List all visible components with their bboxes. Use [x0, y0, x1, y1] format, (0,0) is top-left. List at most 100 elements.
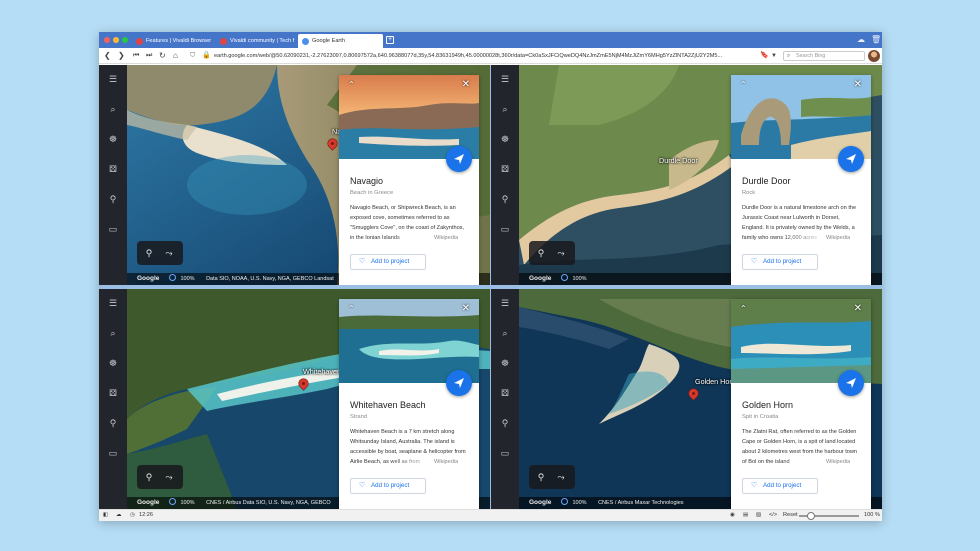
url-field[interactable]: earth.google.com/web/@50.62090231,-2.276…	[214, 51, 754, 61]
project-icon: ♡	[359, 482, 366, 489]
image-icon[interactable]: ▨	[756, 510, 761, 521]
home-icon[interactable]: ⌂	[173, 51, 178, 61]
collapse-card-icon[interactable]: ⌃	[740, 80, 747, 89]
pin-icon[interactable]: ⚲	[107, 193, 119, 205]
place-pin-icon[interactable]	[689, 389, 698, 401]
clock-icon[interactable]: ◷	[130, 510, 135, 521]
close-card-icon[interactable]: ✕	[854, 79, 862, 90]
reload-icon[interactable]: ↻	[159, 51, 166, 61]
zoom-level: 100%	[180, 500, 195, 506]
bookmark-icon[interactable]: 🔖	[760, 51, 769, 61]
camera-icon[interactable]: ◉	[730, 510, 735, 521]
zoom-slider[interactable]	[799, 512, 859, 520]
add-to-project-button[interactable]: ♡ Add to project	[350, 478, 426, 494]
fly-to-button[interactable]	[446, 370, 472, 396]
add-to-project-label: Add to project	[763, 258, 802, 265]
card-subtitle: Spit in Croatia	[742, 414, 779, 420]
pin-icon[interactable]: ⚲	[499, 417, 511, 429]
search-field[interactable]: ⌕ Search Bing	[783, 51, 865, 61]
menu-icon[interactable]: ☰	[107, 73, 119, 85]
search-icon[interactable]: ⌕	[499, 327, 511, 339]
voyager-icon[interactable]: ☸	[499, 357, 511, 369]
earth-sidebar: ☰ ⌕ ☸ ⚄ ⚲ ▭	[99, 289, 127, 509]
voyager-icon[interactable]: ☸	[107, 133, 119, 145]
zoom-slider-knob[interactable]	[807, 512, 815, 520]
collapse-card-icon[interactable]: ⌃	[740, 304, 747, 313]
place-pin-icon[interactable]	[299, 379, 308, 391]
menu-icon[interactable]: ☰	[107, 297, 119, 309]
my-location-icon[interactable]: ⚲	[143, 471, 155, 483]
close-card-icon[interactable]: ✕	[854, 303, 862, 314]
fly-to-button[interactable]	[838, 370, 864, 396]
close-card-icon[interactable]: ✕	[462, 303, 470, 314]
ruler-icon[interactable]: ▭	[107, 447, 119, 459]
voyager-icon[interactable]: ☸	[499, 133, 511, 145]
my-location-icon[interactable]: ⚲	[535, 471, 547, 483]
menu-icon[interactable]: ☰	[499, 297, 511, 309]
tab-vivaldi-community[interactable]: Vivaldi community | Tech f	[216, 34, 297, 48]
profile-avatar[interactable]	[868, 50, 880, 62]
add-to-project-button[interactable]: ♡ Add to project	[742, 478, 818, 494]
pin-icon[interactable]: ⚲	[107, 417, 119, 429]
ruler-icon[interactable]: ▭	[499, 223, 511, 235]
add-to-project-button[interactable]: ♡ Add to project	[350, 254, 426, 270]
ruler-icon[interactable]: ▭	[499, 447, 511, 459]
close-window-button[interactable]	[104, 37, 110, 43]
rewind-icon[interactable]: ⏮	[133, 51, 139, 61]
collapse-card-icon[interactable]: ⌃	[348, 304, 355, 313]
path-tool-icon[interactable]: ⤳	[555, 247, 567, 259]
address-bar-row: ❮ ❯ ⏮ ⏭ ↻ ⌂ ⛉ 🔒 earth.google.com/web/@50…	[99, 48, 882, 64]
code-icon[interactable]: </>	[769, 510, 777, 521]
path-tool-icon[interactable]: ⤳	[163, 471, 175, 483]
globe-icon[interactable]	[168, 498, 176, 505]
voyager-icon[interactable]: ☸	[107, 357, 119, 369]
cloud-sync-icon[interactable]: ☁	[857, 35, 865, 44]
forward-icon[interactable]: ❯	[118, 51, 125, 61]
collapse-card-icon[interactable]: ⌃	[348, 80, 355, 89]
google-logo: Google	[529, 499, 552, 506]
wikipedia-link[interactable]: Wikipedia	[823, 233, 851, 243]
wikipedia-link[interactable]: Wikipedia	[823, 457, 851, 467]
tab-vivaldi-features[interactable]: Features | Vivaldi Browser	[132, 34, 215, 48]
search-icon[interactable]: ⌕	[107, 103, 119, 115]
my-location-icon[interactable]: ⚲	[143, 247, 155, 259]
url-dropdown-icon[interactable]: ▼	[771, 51, 777, 61]
path-tool-icon[interactable]: ⤳	[555, 471, 567, 483]
dice-icon[interactable]: ⚄	[107, 387, 119, 399]
close-card-icon[interactable]: ✕	[462, 79, 470, 90]
dice-icon[interactable]: ⚄	[499, 387, 511, 399]
globe-icon[interactable]	[560, 274, 568, 281]
pin-icon[interactable]: ⚲	[499, 193, 511, 205]
ruler-icon[interactable]: ▭	[107, 223, 119, 235]
card-subtitle: Rock	[742, 190, 756, 196]
shield-icon[interactable]: ⛉	[190, 51, 195, 61]
tab-google-earth[interactable]: Google Earth	[298, 34, 383, 48]
new-tab-button[interactable]: +	[386, 36, 394, 44]
menu-icon[interactable]: ☰	[499, 73, 511, 85]
globe-icon[interactable]	[560, 498, 568, 505]
tile-icon[interactable]: ▤	[743, 510, 748, 521]
dice-icon[interactable]: ⚄	[499, 163, 511, 175]
minimize-window-button[interactable]	[113, 37, 119, 43]
my-location-icon[interactable]: ⚲	[535, 247, 547, 259]
place-pin-icon[interactable]	[328, 139, 337, 151]
reset-zoom-button[interactable]: Reset	[783, 510, 798, 521]
globe-icon[interactable]	[168, 274, 176, 281]
search-icon[interactable]: ⌕	[499, 103, 511, 115]
add-to-project-button[interactable]: ♡ Add to project	[742, 254, 818, 270]
earth-sidebar: ☰ ⌕ ☸ ⚄ ⚲ ▭	[99, 65, 127, 285]
trash-icon[interactable]: 🗑	[871, 35, 881, 44]
wikipedia-link[interactable]: Wikipedia	[431, 233, 459, 243]
tiled-web-panels: Navagio ☰ ⌕ ☸ ⚄ ⚲ ▭ ⚲ ⤳ Google 100% Data…	[99, 65, 882, 509]
zoom-window-button[interactable]	[122, 37, 128, 43]
search-icon[interactable]: ⌕	[107, 327, 119, 339]
path-tool-icon[interactable]: ⤳	[163, 247, 175, 259]
dice-icon[interactable]: ⚄	[107, 163, 119, 175]
back-icon[interactable]: ❮	[104, 51, 111, 61]
fly-to-button[interactable]	[446, 146, 472, 172]
fast-forward-icon[interactable]: ⏭	[146, 51, 152, 61]
panel-toggle-icon[interactable]: ◧	[103, 510, 108, 521]
wikipedia-link[interactable]: Wikipedia	[431, 457, 459, 467]
cloud-icon[interactable]: ☁	[116, 510, 122, 521]
fly-to-button[interactable]	[838, 146, 864, 172]
